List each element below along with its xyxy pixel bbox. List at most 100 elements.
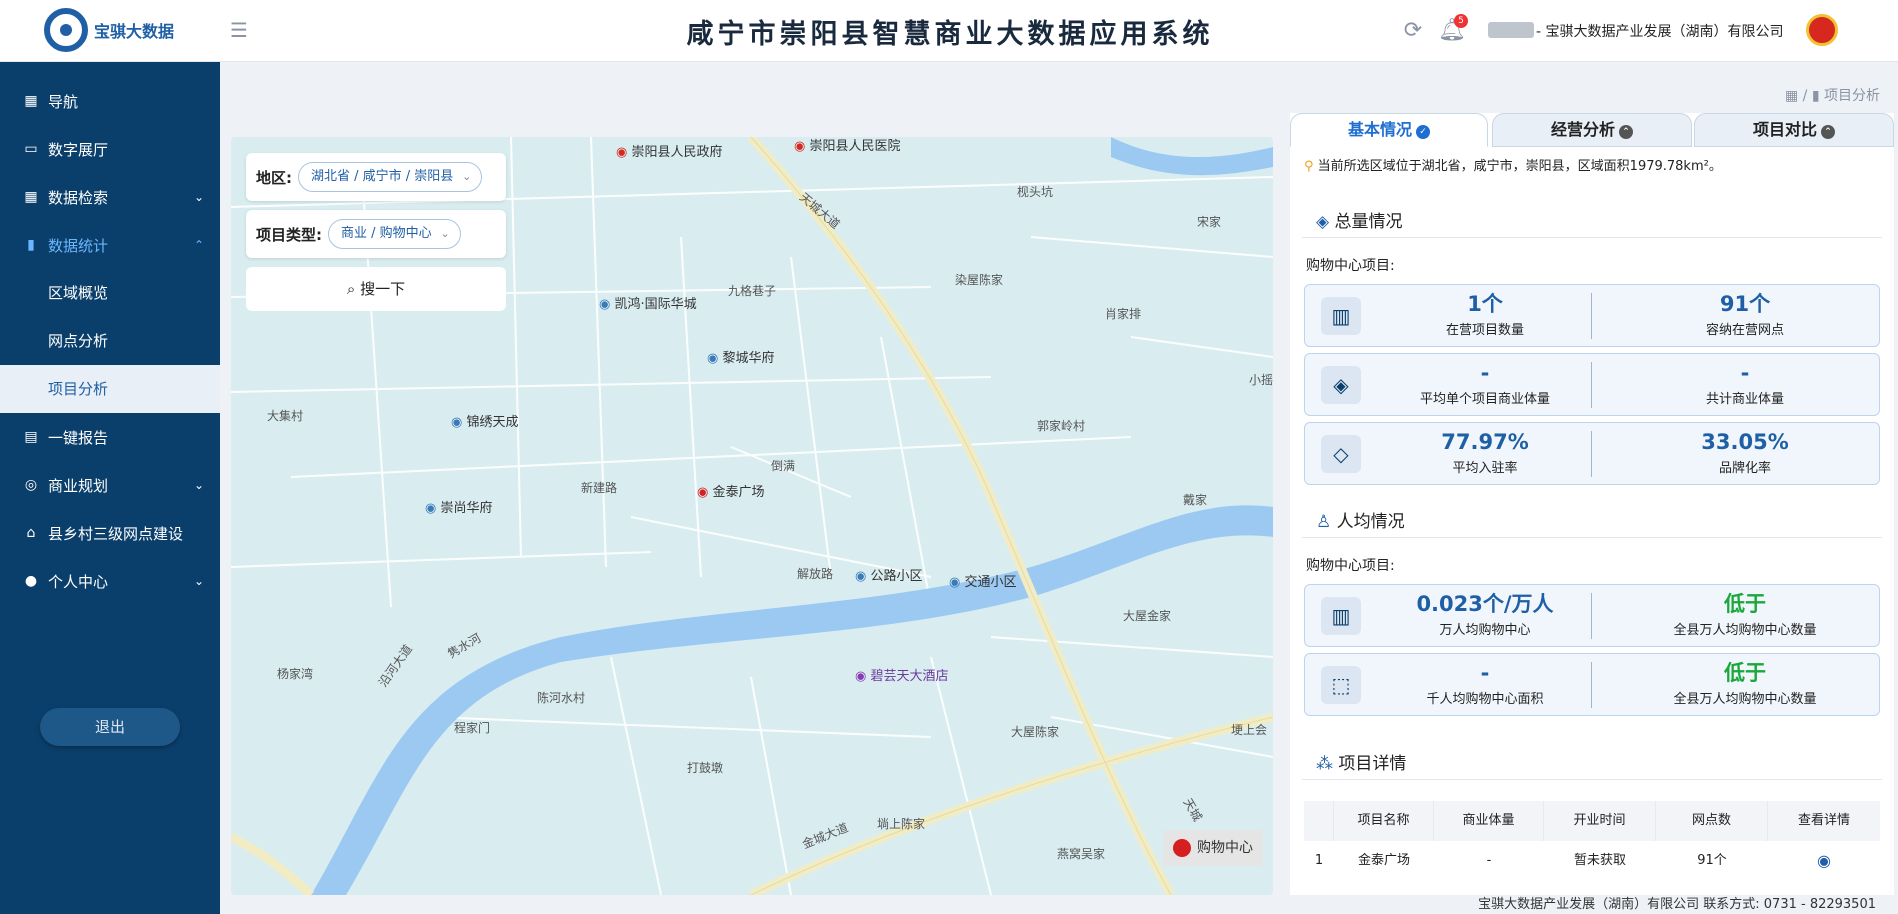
- sidebar-item-data-search[interactable]: ▦ 数据检索 ⌄: [0, 173, 220, 221]
- sidebar-item-label: 数据检索: [48, 188, 109, 207]
- sidebar-item-project-analysis[interactable]: 项目分析: [0, 365, 220, 413]
- type-filter: 项目类型: 商业 / 购物中心 ⌄: [246, 210, 506, 258]
- region-cascader[interactable]: 湖北省 / 咸宁市 / 崇阳县 ⌄: [298, 162, 483, 192]
- map-label: 程家门: [454, 721, 491, 735]
- map-poi[interactable]: ◉ 公路小区: [855, 565, 923, 584]
- sidebar-item-personal[interactable]: ● 个人中心 ⌄: [0, 557, 220, 605]
- map-label: 大屋陈家: [1011, 725, 1060, 739]
- region-filter: 地区: 湖北省 / 咸宁市 / 崇阳县 ⌄: [246, 153, 506, 201]
- logo[interactable]: 宝骐大数据: [44, 8, 174, 52]
- divider: [1591, 362, 1592, 408]
- sidebar-item-report[interactable]: ▤ 一键报告: [0, 413, 220, 461]
- logo-text: 宝骐大数据: [94, 22, 175, 41]
- blurred-username: [1488, 22, 1534, 38]
- map-label: 郭家岭村: [1037, 419, 1086, 433]
- stat-label: 容纳在营网点: [1705, 323, 1784, 338]
- menu-icon[interactable]: ☰: [230, 20, 252, 40]
- company-name[interactable]: - 宝骐大数据产业发展（湖南）有限公司: [1536, 21, 1784, 41]
- notification-badge: 5: [1454, 14, 1468, 28]
- stat-value: 1个: [1467, 292, 1503, 316]
- sidebar-item-outlet-analysis[interactable]: 网点分析: [0, 317, 220, 365]
- map-label: 陈河水村: [537, 691, 586, 705]
- sidebar-item-planning[interactable]: ◎ 商业规划 ⌄: [0, 461, 220, 509]
- national-emblem-icon: [1806, 14, 1838, 46]
- stat-card: ▥ 1个 在营项目数量 91个 容纳在营网点: [1304, 284, 1880, 347]
- users-icon: ♙: [1316, 512, 1332, 532]
- map-poi[interactable]: ◉ 凯鸿·国际华城: [599, 293, 697, 312]
- divider: [1591, 662, 1592, 708]
- stat-label: 共计商业体量: [1705, 392, 1784, 407]
- chevron-down-icon: ⌄: [193, 478, 204, 492]
- stat-label: 品牌化率: [1718, 461, 1771, 476]
- map-label[interactable]: ◉ 崇阳县人民医院: [794, 137, 901, 154]
- divider: [1591, 293, 1592, 339]
- map[interactable]: ◉ 崇阳县人民政府 ◉ 崇阳县人民医院 天城大道 九格巷子 ◉ 凯鸿·国际华城 …: [231, 137, 1273, 895]
- area-note: ⚲ 当前所选区域位于湖北省，咸宁市，崇阳县，区域面积1979.78km²。: [1304, 159, 1722, 174]
- table-cell: 91个: [1697, 853, 1727, 868]
- sub-label: 购物中心项目:: [1306, 258, 1395, 274]
- tab-operation[interactable]: 经营分析 ⌃: [1492, 113, 1692, 147]
- sidebar-item-label: 个人中心: [48, 572, 109, 591]
- divider: [1302, 779, 1882, 780]
- sidebar-item-digital-hall[interactable]: ▭ 数字展厅: [0, 125, 220, 173]
- tab-compare[interactable]: 项目对比 ⌃: [1694, 113, 1894, 147]
- stat-label: 平均单个项目商业体量: [1419, 392, 1550, 407]
- chevron-down-icon: ⌄: [193, 574, 204, 588]
- breadcrumb: ▦ / ▮ 项目分析: [1784, 88, 1880, 104]
- sidebar-item-nav[interactable]: ▦ 导航: [0, 77, 220, 125]
- map-label: 埫上陈家: [877, 817, 926, 831]
- shopping-bag-icon: [1173, 839, 1191, 857]
- stat-label: 万人均购物中心: [1439, 623, 1531, 638]
- home-grid-icon[interactable]: ▦: [1785, 88, 1798, 104]
- column-header: 查看详情: [1797, 813, 1850, 828]
- stat-label: 在营项目数量: [1445, 323, 1524, 338]
- map-poi[interactable]: ◉ 黎城华府: [707, 347, 775, 366]
- map-poi[interactable]: ◉ 碧芸天大酒店: [855, 665, 949, 684]
- logout-button[interactable]: 退出: [40, 708, 180, 746]
- map-poi-jintai[interactable]: ◉ 金泰广场: [697, 481, 765, 500]
- stat-value: -: [1480, 361, 1490, 385]
- search-button[interactable]: ⌕ 搜一下: [246, 267, 506, 311]
- stat-label: 千人均购物中心面积: [1426, 692, 1544, 707]
- view-detail-button[interactable]: ◉: [1768, 841, 1880, 881]
- stat-value: 77.97%: [1441, 430, 1529, 454]
- map-label[interactable]: ◉ 崇阳县人民政府: [616, 141, 723, 160]
- divider: [1591, 431, 1592, 477]
- sidebar-item-label: 导航: [48, 92, 79, 111]
- location-pin-icon: ⚲: [1304, 159, 1314, 174]
- type-label: 项目类型:: [256, 225, 322, 244]
- diamond-icon: ◇: [1321, 435, 1361, 473]
- map-label: 戴家: [1183, 493, 1208, 507]
- type-cascader[interactable]: 商业 / 购物中心 ⌄: [328, 219, 461, 249]
- info-panel: 基本情况 ✓ 经营分析 ⌃ 项目对比 ⌃ ⚲ 当前所选区域位于湖北省，咸宁市，崇阳县，…: [1290, 113, 1894, 895]
- table-cell: 1: [1314, 853, 1324, 868]
- map-label: 燕窝吴家: [1057, 847, 1106, 861]
- map-label: 染屋陈家: [955, 273, 1004, 287]
- eye-icon: ◉: [1817, 851, 1831, 870]
- map-label: 埂上会: [1231, 723, 1268, 737]
- stat-card: ⬚ - 千人均购物中心面积 低于 全县万人均购物中心数量: [1304, 653, 1880, 716]
- table-cell: 暂未获取: [1573, 853, 1626, 868]
- tab-basic[interactable]: 基本情况 ✓: [1290, 113, 1488, 147]
- sidebar-item-region-overview[interactable]: 区域概览: [0, 269, 220, 317]
- chevron-down-icon: ⌄: [440, 227, 450, 240]
- stat-label: 全县万人均购物中心数量: [1673, 623, 1817, 638]
- area-icon: ⬚: [1321, 666, 1361, 704]
- stat-card: ◇ 77.97% 平均入驻率 33.05% 品牌化率: [1304, 422, 1880, 485]
- sidebar-item-village-network[interactable]: ⌂ 县乡村三级网点建设: [0, 509, 220, 557]
- layers-icon: ◈: [1321, 366, 1361, 404]
- monitor-icon: ▭: [24, 141, 38, 157]
- building-icon: ▥: [1321, 297, 1361, 335]
- map-poi[interactable]: ◉ 崇尚华府: [425, 497, 493, 516]
- map-label: 大集村: [267, 409, 304, 423]
- map-label: 枧头坑: [1017, 185, 1054, 199]
- sidebar-item-data-stats[interactable]: ▮ 数据统计 ⌃: [0, 221, 220, 269]
- map-poi[interactable]: ◉ 锦绣天成: [451, 411, 519, 430]
- table-header: 项目名称 商业体量 开业时间 网点数 查看详情: [1304, 801, 1880, 841]
- stat-value: 33.05%: [1701, 430, 1789, 454]
- refresh-icon[interactable]: ⟳: [1400, 18, 1426, 44]
- bar-chart-icon: ▮: [1811, 88, 1820, 104]
- chevron-down-icon: ⌄: [462, 170, 472, 183]
- map-legend: 购物中心: [1163, 830, 1263, 866]
- map-poi[interactable]: ◉ 交通小区: [949, 571, 1017, 590]
